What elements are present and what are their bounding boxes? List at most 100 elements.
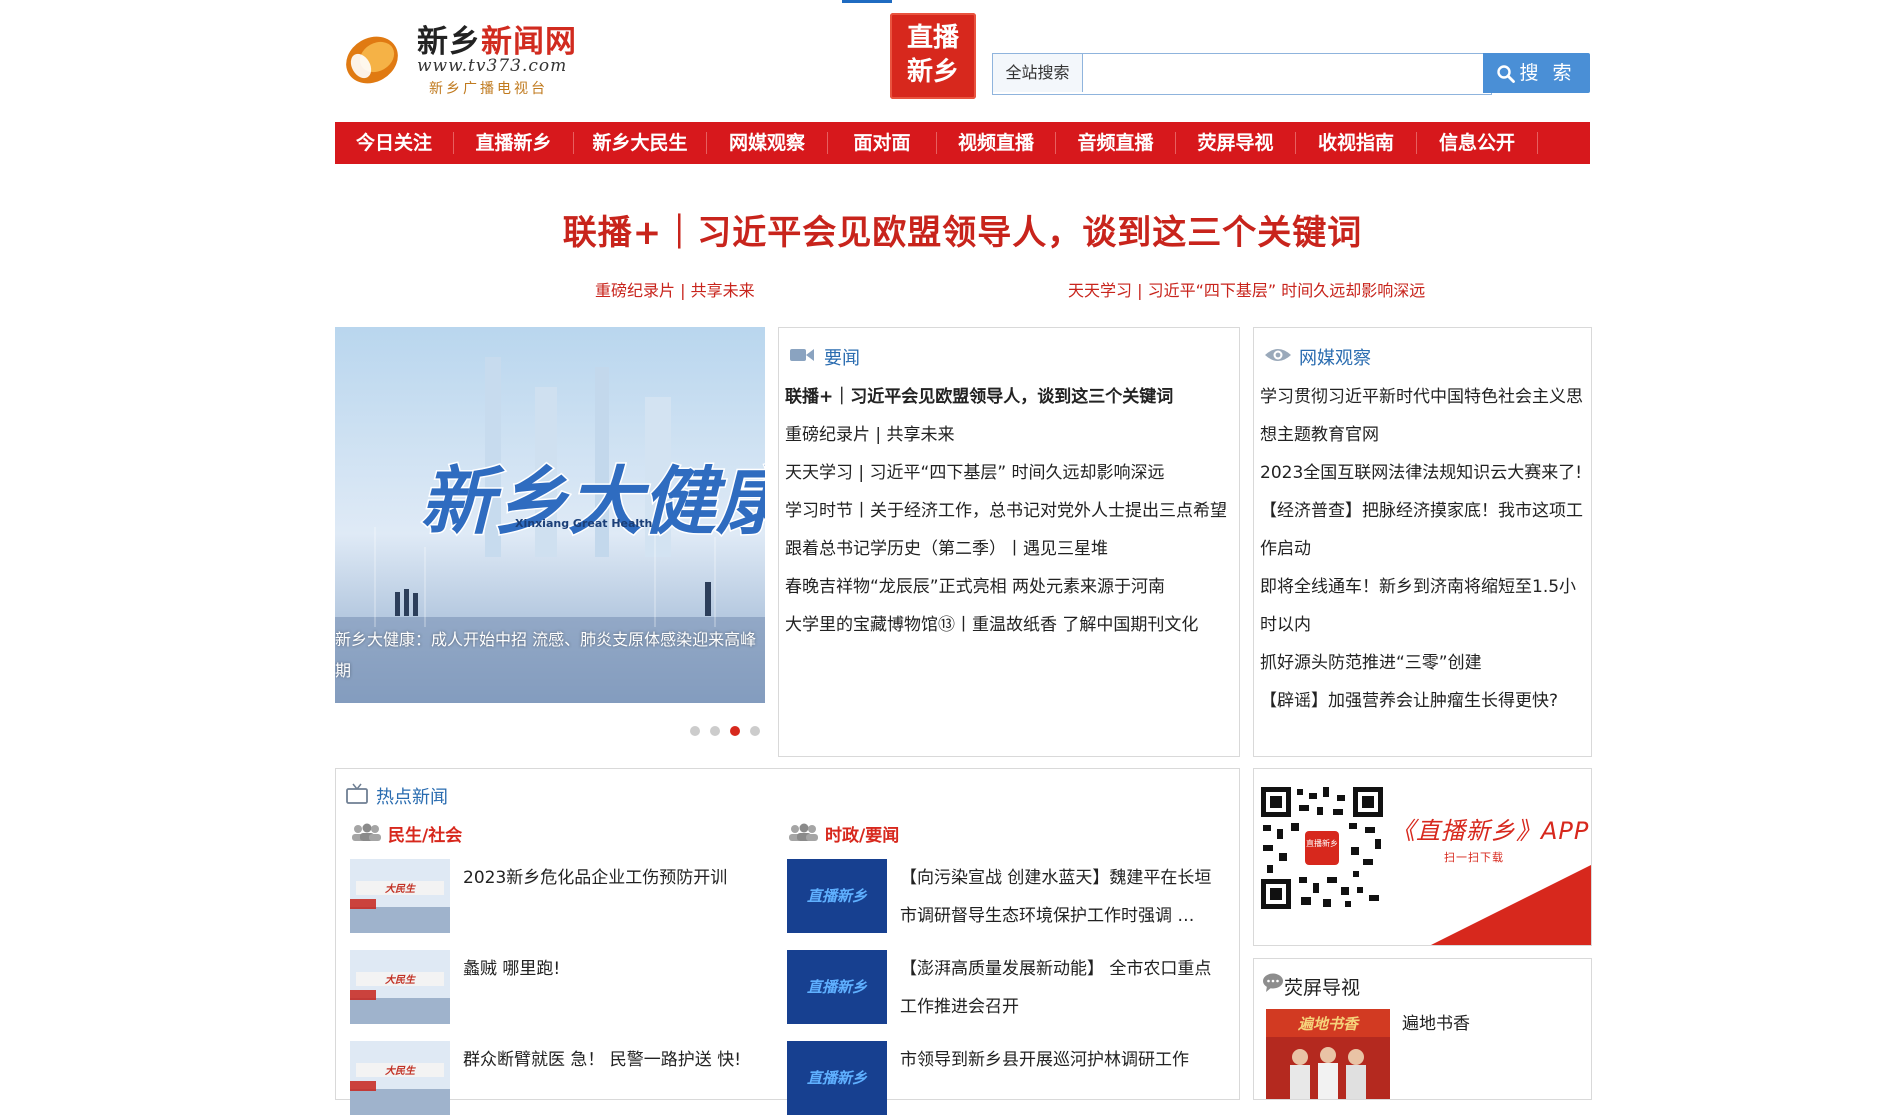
nav-item-info-disclosure[interactable]: 信息公开 (1417, 122, 1537, 164)
search-input[interactable] (1088, 58, 1392, 90)
news-thumbnail[interactable]: 大民生 (350, 950, 450, 1024)
app-download-panel[interactable]: 直播新乡 《直播新乡》APP 扫一扫下载 (1253, 768, 1592, 946)
thumb-text: 直播新乡 (807, 1069, 868, 1087)
news-title[interactable]: 蠡贼 哪里跑! (463, 950, 785, 988)
nav-item-audio-live[interactable]: 音频直播 (1056, 122, 1175, 164)
headline-sub-left[interactable]: 重磅纪录片 | 共享未来 (595, 277, 755, 301)
nav-item-minsheng[interactable]: 新乡大民生 (574, 122, 706, 164)
thumb-text: 大民生 (385, 974, 416, 986)
slider-dot[interactable] (690, 726, 700, 736)
yaowen-panel: 要闻 联播+｜习近平会见欧盟领导人，谈到这三个关键词 重磅纪录片 | 共享未来 … (778, 327, 1240, 757)
news-item[interactable]: 大民生 群众断臂就医 急！ 民警一路护送 快! (350, 1041, 780, 1115)
site-logo[interactable]: 新乡新闻网 www.tv373.com 新乡广播电视台 (339, 12, 599, 102)
news-title[interactable]: 2023新乡危化品企业工伤预防开训 (463, 859, 785, 897)
list-item[interactable]: 学习时节丨关于经济工作，总书记对党外人士提出三点希望 (785, 492, 1235, 530)
headline-title[interactable]: 联播+｜习近平会见欧盟领导人，谈到这三个关键词 (335, 205, 1590, 254)
news-title[interactable]: 市领导到新乡县开展巡河护林调研工作 (900, 1041, 1226, 1079)
qr-badge-text: 直播新乡 (1306, 838, 1338, 848)
nav-item-live-xinxiang[interactable]: 直播新乡 (454, 122, 573, 164)
app-title: 《直播新乡》APP (1391, 817, 1590, 845)
decorative-triangle (1431, 865, 1591, 945)
slider-dot[interactable] (750, 726, 760, 736)
list-item[interactable]: 大学里的宝藏博物馆⑬丨重温故纸香 了解中国期刊文化 (785, 606, 1235, 644)
logo-title: 新乡新闻网 (417, 24, 577, 60)
news-item[interactable]: 直播新乡 【澎湃高质量发展新动能】 全市农口重点工作推进会召开 (787, 950, 1227, 1024)
nav-item-face-to-face[interactable]: 面对面 (828, 122, 936, 164)
hot-news-title[interactable]: 热点新闻 (376, 783, 448, 809)
news-thumbnail[interactable]: 直播新乡 (787, 1041, 887, 1115)
qr-code-icon: 直播新乡 (1257, 783, 1387, 913)
live-badge-line2: 新乡 (906, 57, 959, 87)
logo-emblem-icon (346, 36, 398, 84)
tv-guide-item[interactable]: 遍地书香 (1402, 1009, 1470, 1034)
page: 新乡新闻网 www.tv373.com 新乡广播电视台 直播 新乡 全站搜索 搜… (0, 0, 1902, 1115)
news-item[interactable]: 大民生 蠡贼 哪里跑! (350, 950, 780, 1024)
news-title[interactable]: 群众断臂就医 急！ 民警一路护送 快! (463, 1041, 785, 1079)
list-item[interactable]: 天天学习 | 习近平“四下基层” 时间久远却影响深远 (785, 454, 1235, 492)
list-item[interactable]: 重磅纪录片 | 共享未来 (785, 416, 1235, 454)
nav-item-video-live[interactable]: 视频直播 (937, 122, 1055, 164)
tv-guide-panel: 荧屏导视 遍地书香 遍地书香 (1253, 958, 1592, 1100)
list-item[interactable]: 联播+｜习近平会见欧盟领导人，谈到这三个关键词 (785, 378, 1235, 416)
list-item[interactable]: 即将全线通车！新乡到济南将缩短至1.5小时以内 (1260, 568, 1586, 644)
list-item[interactable]: 【辟谣】加强营养会让肿瘤生长得更快? (1260, 682, 1586, 720)
nav-item-media-watch[interactable]: 网媒观察 (707, 122, 827, 164)
logo-subtitle: 新乡广播电视台 (429, 81, 548, 97)
media-watch-panel: 网媒观察 学习贯彻习近平新时代中国特色社会主义思想主题教育官网 2023全国互联… (1253, 327, 1592, 757)
search-box: 全站搜索 (992, 53, 1492, 95)
list-item[interactable]: 【经济普查】把脉经济摸家底！我市这项工作启动 (1260, 492, 1586, 568)
search-button[interactable]: 搜 索 (1483, 53, 1590, 93)
list-item[interactable]: 学习贯彻习近平新时代中国特色社会主义思想主题教育官网 (1260, 378, 1586, 454)
nav-item-tv-guide[interactable]: 荧屏导视 (1176, 122, 1295, 164)
nav-item-viewing-guide[interactable]: 收视指南 (1296, 122, 1416, 164)
news-title[interactable]: 【向污染宣战 创建水蓝天】魏建平在长垣市调研督导生态环境保护工作时强调 … (900, 859, 1226, 935)
media-watch-list: 学习贯彻习近平新时代中国特色社会主义思想主题教育官网 2023全国互联网法律法规… (1260, 378, 1586, 720)
hot-news-panel: 热点新闻 民生/社会 时政/要闻 大民生 2023新乡危化品企业工伤预防开训 大… (335, 768, 1240, 1115)
news-thumbnail[interactable]: 大民生 (350, 1041, 450, 1115)
content-wrapper: 新乡新闻网 www.tv373.com 新乡广播电视台 直播 新乡 全站搜索 搜… (335, 0, 1592, 1115)
live-badge-line1: 直播 (906, 23, 959, 53)
list-item[interactable]: 春晚吉祥物“龙辰辰”正式亮相 两处元素来源于河南 (785, 568, 1235, 606)
news-thumbnail[interactable]: 直播新乡 (787, 859, 887, 933)
thumb-text: 直播新乡 (807, 978, 868, 996)
thumb-text: 直播新乡 (807, 887, 868, 905)
yaowen-title[interactable]: 要闻 (824, 344, 860, 370)
news-title[interactable]: 【澎湃高质量发展新动能】 全市农口重点工作推进会召开 (900, 950, 1226, 1026)
yaowen-list: 联播+｜习近平会见欧盟领导人，谈到这三个关键词 重磅纪录片 | 共享未来 天天学… (785, 378, 1235, 644)
news-item[interactable]: 直播新乡 市领导到新乡县开展巡河护林调研工作 (787, 1041, 1227, 1115)
chat-bubble-icon (1263, 973, 1283, 992)
people-group-icon (789, 823, 818, 841)
tv-guide-thumbnail[interactable]: 遍地书香 (1266, 1009, 1390, 1099)
column-title-minsheng[interactable]: 民生/社会 (388, 821, 462, 846)
thumb-text: 大民生 (385, 1065, 416, 1077)
people-group-icon (352, 823, 381, 841)
media-watch-title[interactable]: 网媒观察 (1299, 344, 1371, 370)
app-subtitle: 扫一扫下载 (1444, 851, 1504, 864)
video-camera-icon (790, 349, 814, 361)
list-item[interactable]: 跟着总书记学历史（第二季）丨遇见三星堆 (785, 530, 1235, 568)
news-item[interactable]: 直播新乡 【向污染宣战 创建水蓝天】魏建平在长垣市调研督导生态环境保护工作时强调… (787, 859, 1227, 933)
news-item[interactable]: 大民生 2023新乡危化品企业工伤预防开训 (350, 859, 780, 933)
news-thumbnail[interactable]: 直播新乡 (787, 950, 887, 1024)
slide-brand-subtext: Xinxiang Great Health (515, 517, 652, 530)
search-button-label: 搜 索 (1519, 62, 1576, 84)
column-title-politics[interactable]: 时政/要闻 (825, 821, 899, 846)
list-item[interactable]: 抓好源头防范推进“三零”创建 (1260, 644, 1586, 682)
slide-caption[interactable]: 新乡大健康：成人开始中招 流感、肺炎支原体感染迎来高峰期 (335, 624, 765, 686)
main-nav: 今日关注 直播新乡 新乡大民生 网媒观察 面对面 视频直播 音频直播 荧屏导视 … (335, 122, 1590, 164)
live-xinxiang-badge[interactable]: 直播 新乡 (890, 13, 976, 99)
news-thumbnail[interactable]: 大民生 (350, 859, 450, 933)
nav-item-today[interactable]: 今日关注 (335, 122, 453, 164)
tv-guide-thumb-text: 遍地书香 (1297, 1015, 1360, 1033)
search-scope-select[interactable]: 全站搜索 (993, 54, 1083, 92)
headline-sub-right[interactable]: 天天学习 | 习近平“四下基层” 时间久远却影响深远 (1068, 277, 1425, 301)
tv-guide-title[interactable]: 荧屏导视 (1284, 973, 1360, 1000)
logo-url: www.tv373.com (417, 56, 568, 76)
image-slider[interactable]: 新乡大健康 Xinxiang Great Health 新乡大健康：成人开始中招… (335, 327, 765, 703)
slider-dot[interactable] (710, 726, 720, 736)
thumb-text: 大民生 (385, 883, 416, 895)
search-icon (1497, 65, 1516, 83)
list-item[interactable]: 2023全国互联网法律法规知识云大赛来了! (1260, 454, 1586, 492)
nav-separator (1537, 132, 1538, 154)
slider-dot-active[interactable] (730, 726, 740, 736)
